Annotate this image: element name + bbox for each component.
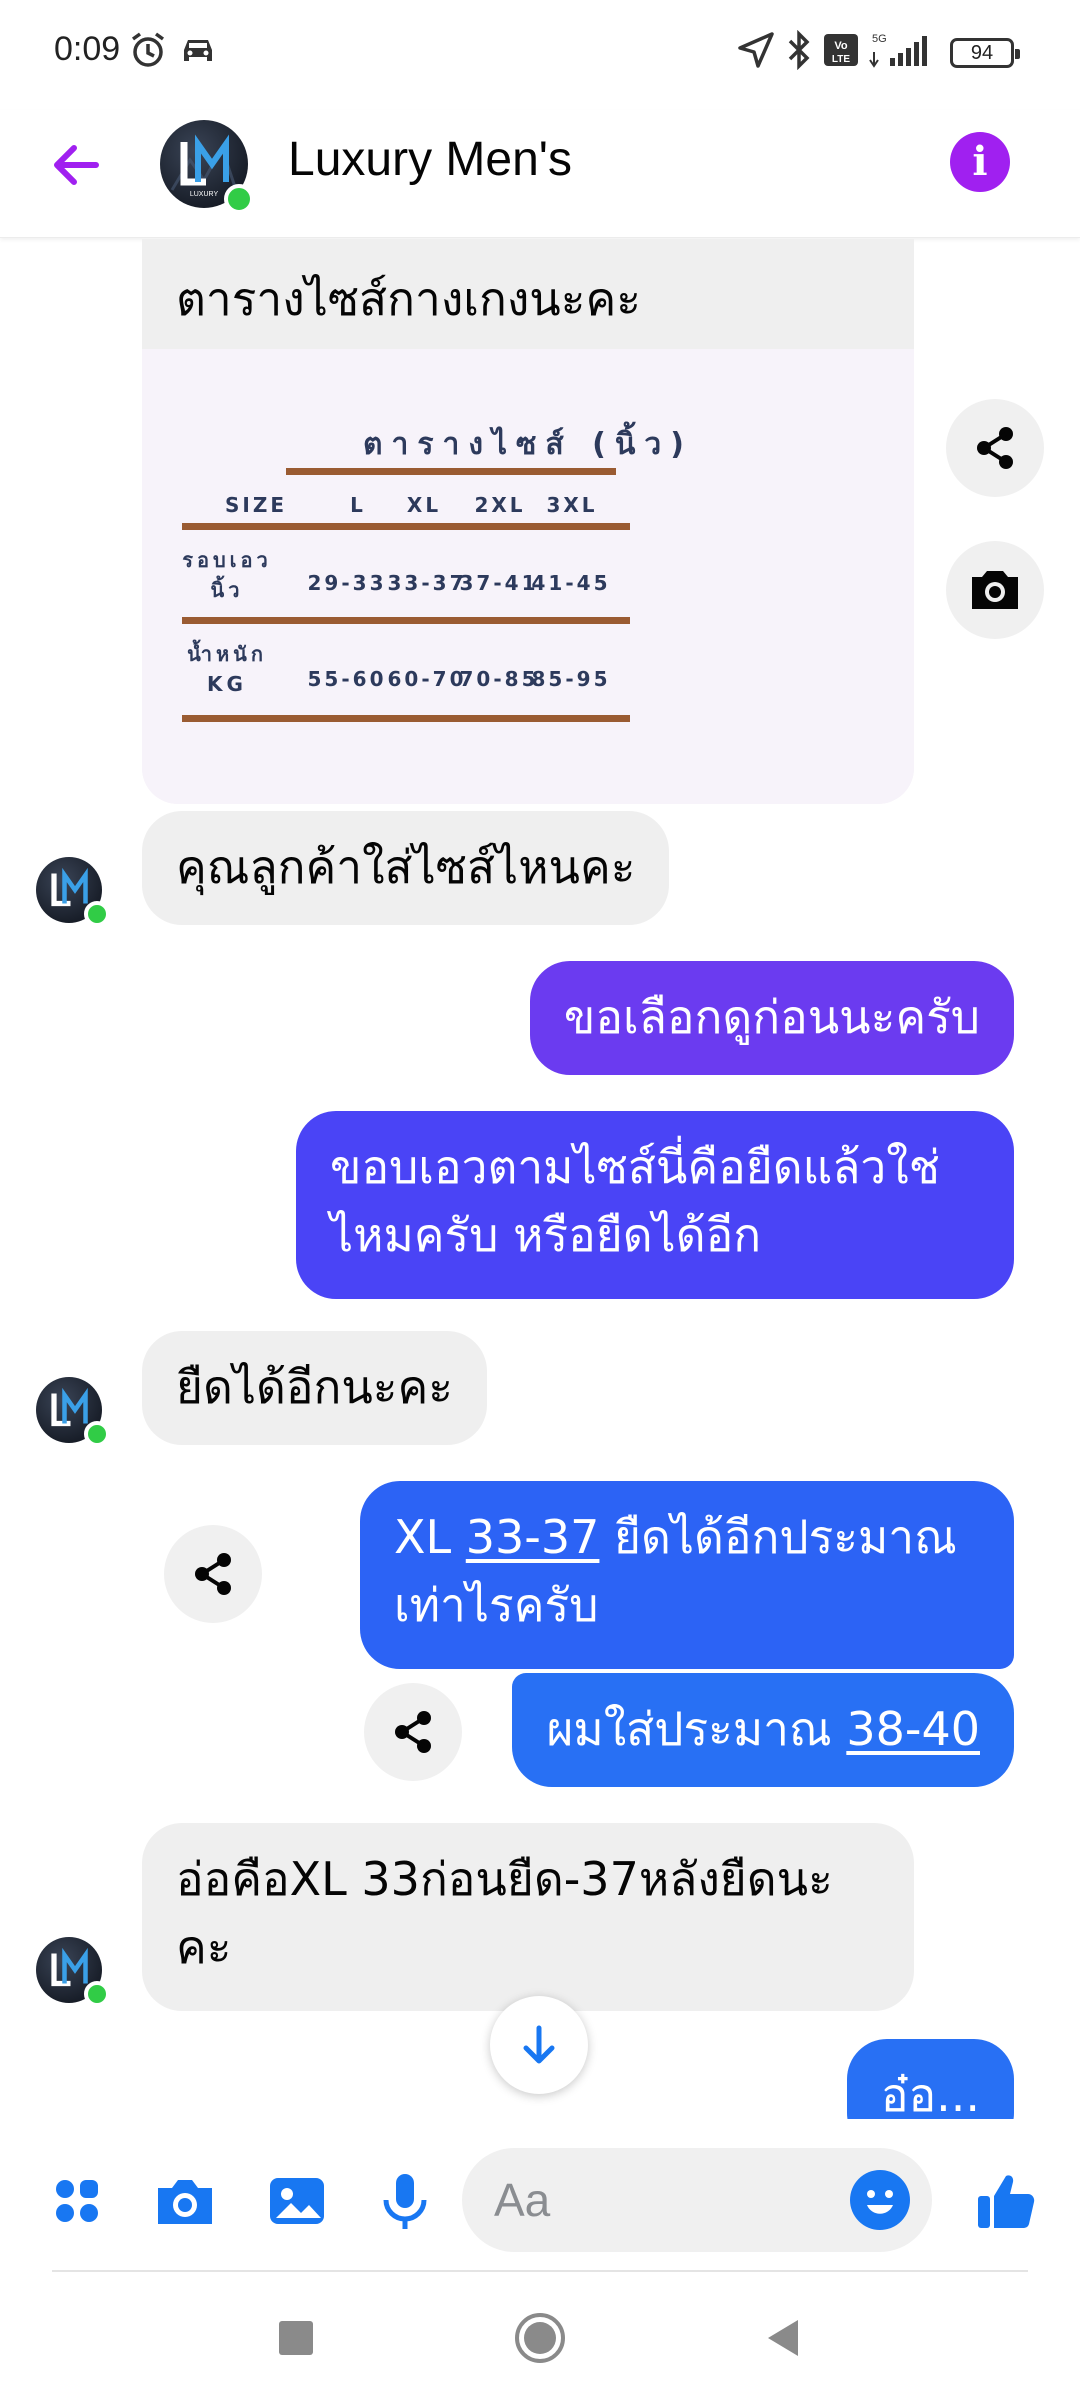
home-button[interactable] [510,2308,570,2368]
car-icon [178,30,218,74]
outgoing-message[interactable]: ขอเลือกดูก่อนนะครับ [529,961,1014,1075]
svg-text:5G: 5G [872,33,887,45]
message-input[interactable] [494,2168,824,2232]
emoji-button[interactable] [850,2170,910,2230]
camera-button[interactable] [150,2166,220,2236]
share-icon [977,427,1013,469]
camera-button[interactable] [946,541,1044,639]
volte-icon: Vo LTE [822,30,860,74]
thumbs-up-icon [978,2175,1035,2228]
arrow-down-icon [523,2025,555,2064]
image-caption: ตารางไซส์กางเกงนะคะ [142,239,914,349]
chart-rule [182,715,630,722]
recent-apps-button[interactable] [266,2308,326,2368]
image-icon [270,2178,324,2224]
share-button[interactable] [364,1683,462,1781]
status-bar: 0:09 Vo LTE 5G 94 [0,0,1080,110]
apps-button[interactable] [42,2166,112,2236]
back-button[interactable] [44,132,110,198]
info-button[interactable]: i [950,132,1010,192]
chart-rule [182,523,630,530]
location-icon [736,30,776,74]
online-status-dot [84,1981,110,2007]
bluetooth-icon [784,29,814,74]
share-button[interactable] [946,399,1044,497]
message-input-container[interactable] [462,2148,932,2252]
size-column-header: 3XL [546,493,598,517]
image-message-card[interactable]: ตารางไซส์กางเกงนะคะ ตารางไซส์ (นิ้ว) SIZ… [142,239,914,804]
scroll-to-bottom-button[interactable] [490,1996,588,2094]
row-label-waist: รอบเอว นิ้ว [182,548,272,602]
chart-rule [286,468,616,475]
size-chart-title: ตารางไซส์ (นิ้ว) [363,427,693,462]
camera-icon [158,2180,212,2224]
gallery-button[interactable] [262,2166,332,2236]
outgoing-message[interactable]: อ๋อ... [846,2039,1014,2119]
outgoing-message[interactable]: XL 33-37 ยืดได้อีกประมาณ เท่าไรครับ [360,1481,1014,1669]
share-icon [195,1553,231,1595]
chat-thread[interactable]: ตารางไซส์กางเกงนะคะ ตารางไซส์ (นิ้ว) SIZ… [0,239,1080,2119]
svg-text:Vo: Vo [834,40,848,52]
chat-header: LUXURY Luxury Men's i [0,110,1080,238]
share-button[interactable] [164,1525,262,1623]
system-navigation-bar [0,2272,1080,2400]
message-link[interactable]: 33-37 [466,1510,600,1564]
signal-icon: 5G [868,30,934,74]
table-cell: 85-95 [531,667,611,691]
online-status-dot [84,901,110,927]
svg-text:LTE: LTE [832,54,850,65]
online-status-dot [84,1421,110,1447]
size-header-label: SIZE [224,493,287,517]
svg-text:LUXURY: LUXURY [190,191,219,198]
message-composer [0,2120,1080,2280]
microphone-icon [383,2174,427,2229]
table-cell: 41-45 [531,571,611,595]
back-nav-button[interactable] [754,2308,814,2368]
arrow-left-icon [54,145,99,185]
incoming-message[interactable]: อ่อคือXL 33ก่อนยืด-37หลังยืดนะ คะ [142,1823,914,2011]
row-label-weight: น้ำหนัก KG [187,642,267,696]
share-icon [395,1711,431,1753]
home-circle-icon [515,2313,565,2363]
size-chart-image[interactable]: ตารางไซส์ (นิ้ว) SIZE L XL 2XL 3XL รอบเอ… [142,349,914,804]
like-button[interactable] [972,2166,1042,2236]
voice-message-button[interactable] [370,2166,440,2236]
info-icon: i [972,138,988,185]
chart-rule [182,617,630,624]
alarm-icon [128,30,168,74]
incoming-message[interactable]: คุณลูกค้าใส่ไซส์ไหนคะ [142,811,670,925]
status-time: 0:09 [54,30,121,68]
triangle-back-icon [768,2320,798,2356]
battery-indicator: 94 [950,38,1020,68]
apps-grid-icon [56,2180,98,2222]
message-link[interactable]: 38-40 [846,1702,980,1756]
page-title[interactable]: Luxury Men's [288,132,572,187]
outgoing-message[interactable]: ขอบเอวตามไซส์นี่คือยืดแล้วใช่ ไหมครับ หร… [296,1111,1014,1299]
outgoing-message[interactable]: ผมใส่ประมาณ 38-40 [512,1673,1014,1787]
online-status-dot [224,184,254,214]
incoming-message[interactable]: ยืดได้อีกนะคะ [142,1331,487,1445]
square-icon [279,2321,313,2355]
camera-icon [972,571,1018,609]
emoji-icon [867,2190,893,2214]
